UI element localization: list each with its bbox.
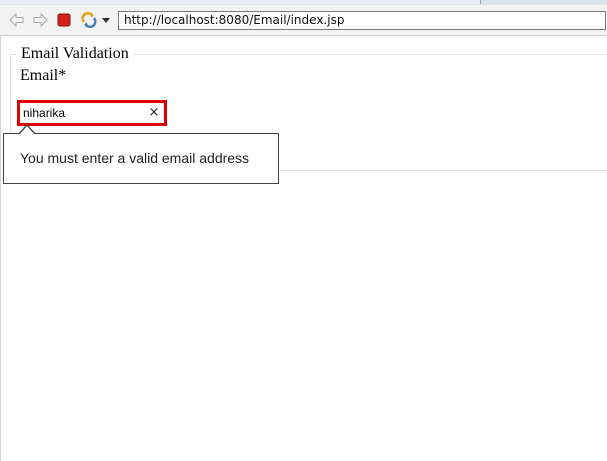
page-viewport: Email Validation Email* × You must enter… xyxy=(0,36,607,461)
stop-icon xyxy=(57,13,71,27)
validation-message: You must enter a valid email address xyxy=(20,150,250,166)
back-arrow-icon xyxy=(9,12,24,28)
refresh-icon xyxy=(81,11,97,29)
clear-icon[interactable]: × xyxy=(146,104,162,122)
chevron-down-icon[interactable] xyxy=(102,18,110,23)
browser-tab[interactable] xyxy=(240,0,361,4)
browser-tab[interactable] xyxy=(120,0,241,4)
validation-tooltip: You must enter a valid email address xyxy=(3,133,279,184)
email-label: Email* xyxy=(20,67,67,84)
back-button[interactable] xyxy=(8,11,26,29)
browser-toolbar: http://localhost:8080/Email/index.jsp xyxy=(0,5,607,36)
browser-tab[interactable] xyxy=(360,0,481,4)
email-field-wrapper: × xyxy=(17,100,167,126)
email-input[interactable] xyxy=(21,104,149,122)
fieldset-legend: Email Validation xyxy=(17,45,133,63)
stop-button[interactable] xyxy=(55,11,73,29)
forward-arrow-icon xyxy=(33,12,48,28)
address-bar[interactable]: http://localhost:8080/Email/index.jsp xyxy=(118,11,606,30)
address-url: http://localhost:8080/Email/index.jsp xyxy=(124,13,345,27)
forward-button[interactable] xyxy=(31,11,49,29)
tooltip-arrow xyxy=(19,126,35,135)
browser-tab[interactable] xyxy=(0,0,121,4)
refresh-button[interactable] xyxy=(80,11,98,29)
